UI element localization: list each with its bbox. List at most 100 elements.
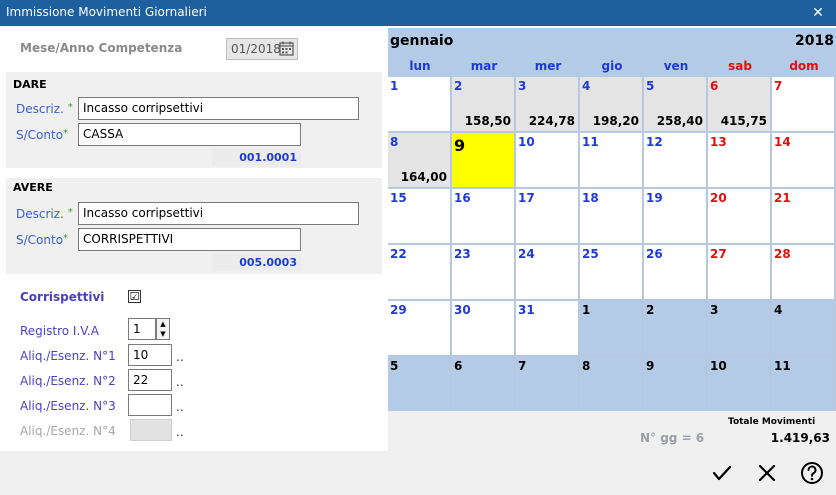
- calendar-day[interactable]: 26: [644, 245, 707, 300]
- aliq2-label: Aliq./Esenz. N°2: [20, 374, 116, 388]
- calendar-day[interactable]: 19: [644, 189, 707, 244]
- window-title: Immissione Movimenti Giornalieri: [6, 5, 207, 19]
- calendar-day[interactable]: 31: [516, 301, 579, 356]
- calendar-day[interactable]: 15: [388, 189, 451, 244]
- day-number: 10: [518, 135, 535, 149]
- dare-descr-input[interactable]: Incasso corripsettivi: [78, 97, 359, 120]
- day-number: 5: [390, 359, 399, 373]
- day-amount: 415,75: [720, 114, 767, 128]
- dare-conto-label: S/Conto*: [16, 128, 69, 142]
- day-number: 11: [582, 135, 599, 149]
- day-amount: 224,78: [528, 114, 575, 128]
- day-number: 1: [390, 79, 399, 93]
- calendar-day[interactable]: 2: [644, 301, 707, 356]
- calendar-day[interactable]: 8 164,00: [388, 133, 451, 188]
- calendar-day[interactable]: 25: [580, 245, 643, 300]
- calendar: gennaio 2018 lun mar mer gio ven sab dom 1 2 158,…: [388, 28, 836, 412]
- calendar-day[interactable]: 29: [388, 301, 451, 356]
- calendar-day[interactable]: 9: [452, 133, 515, 188]
- calendar-day[interactable]: 5: [388, 357, 451, 412]
- calendar-day[interactable]: 10: [516, 133, 579, 188]
- calendar-day[interactable]: 16: [452, 189, 515, 244]
- day-number: 28: [774, 247, 791, 261]
- avere-descr-label: Descriz. *: [16, 207, 73, 221]
- registro-iva-input[interactable]: 1: [128, 318, 156, 340]
- avere-panel: [6, 178, 382, 274]
- day-number: 21: [774, 191, 791, 205]
- calendar-day[interactable]: 3: [708, 301, 771, 356]
- corrispettivi-checkbox[interactable]: ☑: [128, 290, 141, 303]
- weekday-mar: mar: [470, 59, 498, 73]
- day-number: 2: [646, 303, 655, 317]
- calendar-day[interactable]: 7: [516, 357, 579, 412]
- competenza-field[interactable]: 01/2018: [226, 38, 298, 60]
- calendar-day[interactable]: 4 198,20: [580, 77, 643, 132]
- calendar-day[interactable]: 23: [452, 245, 515, 300]
- calendar-day[interactable]: 13: [708, 133, 771, 188]
- weekday-ven: ven: [663, 59, 689, 73]
- calendar-day[interactable]: 22: [388, 245, 451, 300]
- calendar-day[interactable]: 1: [388, 77, 451, 132]
- calendar-day[interactable]: 21: [772, 189, 835, 244]
- close-icon[interactable]: ✕: [800, 0, 836, 26]
- calendar-day[interactable]: 8: [580, 357, 643, 412]
- calendar-day[interactable]: 9: [644, 357, 707, 412]
- calendar-day[interactable]: 4: [772, 301, 835, 356]
- calendar-day[interactable]: 27: [708, 245, 771, 300]
- calendar-day[interactable]: 11: [580, 133, 643, 188]
- day-number: 18: [582, 191, 599, 205]
- spin-down-icon[interactable]: ▼: [157, 329, 169, 339]
- totale-value: 1.419,63: [770, 431, 830, 445]
- aliq1-lookup[interactable]: ..: [176, 350, 184, 364]
- aliq2-input[interactable]: 22: [128, 369, 172, 391]
- help-icon[interactable]: [797, 458, 827, 488]
- calendar-day[interactable]: 28: [772, 245, 835, 300]
- check-icon[interactable]: [707, 458, 737, 488]
- day-number: 8: [582, 359, 591, 373]
- calendar-day[interactable]: 18: [580, 189, 643, 244]
- day-number: 20: [710, 191, 727, 205]
- x-icon[interactable]: [752, 458, 782, 488]
- calendar-icon[interactable]: [279, 41, 294, 56]
- dare-panel: [6, 72, 382, 168]
- aliq1-input[interactable]: 10: [128, 344, 172, 366]
- title-bar: Immissione Movimenti Giornalieri ✕: [0, 0, 836, 26]
- aliq2-lookup[interactable]: ..: [176, 375, 184, 389]
- day-number: 3: [518, 79, 527, 93]
- avere-conto-input[interactable]: CORRISPETTIVI: [78, 228, 301, 251]
- day-number: 23: [454, 247, 471, 261]
- day-number: 8: [390, 135, 399, 149]
- competenza-label: Mese/Anno Competenza: [20, 41, 183, 55]
- day-number: 17: [518, 191, 535, 205]
- calendar-day[interactable]: 12: [644, 133, 707, 188]
- aliq4-label: Aliq./Esenz. N°4: [20, 424, 116, 438]
- calendar-day[interactable]: 6 415,75: [708, 77, 771, 132]
- calendar-day[interactable]: 24: [516, 245, 579, 300]
- calendar-day[interactable]: 11: [772, 357, 835, 412]
- day-number: 6: [454, 359, 463, 373]
- calendar-day[interactable]: 20: [708, 189, 771, 244]
- registro-iva-spinner[interactable]: ▲ ▼: [156, 318, 170, 340]
- aliq3-input[interactable]: [128, 394, 172, 416]
- day-count: N° gg = 6: [640, 431, 705, 445]
- calendar-day[interactable]: 5 258,40: [644, 77, 707, 132]
- day-number: 26: [646, 247, 663, 261]
- day-number: 30: [454, 303, 471, 317]
- calendar-day[interactable]: 17: [516, 189, 579, 244]
- avere-descr-input[interactable]: Incasso corripsettivi: [78, 202, 359, 225]
- calendar-day[interactable]: 30: [452, 301, 515, 356]
- calendar-day[interactable]: 6: [452, 357, 515, 412]
- calendar-day[interactable]: 3 224,78: [516, 77, 579, 132]
- aliq3-label: Aliq./Esenz. N°3: [20, 399, 116, 413]
- corrispettivi-label: Corrispettivi: [20, 290, 105, 304]
- calendar-day[interactable]: 14: [772, 133, 835, 188]
- calendar-day[interactable]: 7: [772, 77, 835, 132]
- calendar-day[interactable]: 10: [708, 357, 771, 412]
- aliq3-lookup[interactable]: ..: [176, 400, 184, 414]
- calendar-day[interactable]: 2 158,50: [452, 77, 515, 132]
- aliq1-label: Aliq./Esenz. N°1: [20, 349, 116, 363]
- dare-conto-input[interactable]: CASSA: [78, 123, 301, 146]
- calendar-day[interactable]: 1: [580, 301, 643, 356]
- weekday-dom: dom: [789, 59, 819, 73]
- spin-up-icon[interactable]: ▲: [157, 319, 169, 329]
